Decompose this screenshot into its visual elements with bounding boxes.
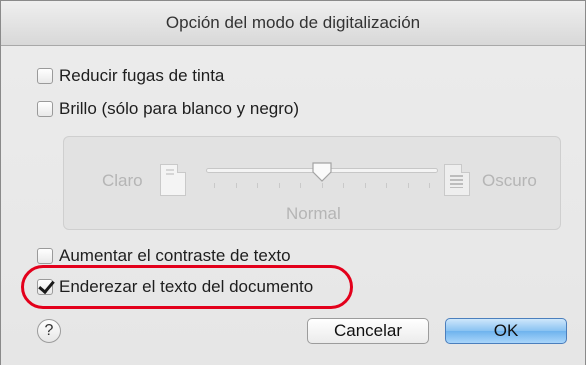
- brightness-label: Brillo (sólo para blanco y negro): [59, 99, 300, 118]
- slider-tick: [407, 183, 409, 188]
- scan-mode-options-dialog: Opción del modo de digitalización Reduci…: [0, 0, 586, 365]
- ok-button[interactable]: OK: [445, 318, 567, 344]
- slider-tick: [278, 183, 280, 188]
- dark-document-icon: [444, 164, 470, 196]
- slider-tick: [321, 183, 323, 188]
- slider-tick: [386, 183, 387, 188]
- slider-tick: [343, 183, 344, 188]
- reduce-ink-label: Reducir fugas de tinta: [59, 66, 225, 85]
- light-label: Claro: [102, 171, 143, 190]
- contrast-checkbox[interactable]: [37, 248, 53, 264]
- highlight-annotation: [21, 265, 353, 309]
- slider-tick: [257, 183, 258, 188]
- reduce-ink-option[interactable]: Reducir fugas de tinta: [37, 64, 224, 88]
- dialog-title: Opción del modo de digitalización: [165, 13, 421, 32]
- contrast-label: Aumentar el contraste de texto: [59, 246, 291, 265]
- reduce-ink-checkbox[interactable]: [37, 68, 53, 84]
- slider-tick: [235, 183, 237, 188]
- brightness-option[interactable]: Brillo (sólo para blanco y negro): [37, 97, 299, 121]
- brightness-checkbox[interactable]: [37, 101, 53, 117]
- slider-tick: [364, 183, 366, 188]
- light-document-icon: [160, 164, 186, 196]
- brightness-slider-thumb: [312, 162, 332, 182]
- help-icon[interactable]: ?: [37, 319, 61, 343]
- normal-label: Normal: [286, 204, 341, 223]
- dark-label: Oscuro: [482, 171, 537, 190]
- slider-tick: [214, 183, 215, 188]
- slider-tick: [429, 183, 430, 188]
- title-bar: Opción del modo de digitalización: [1, 1, 585, 46]
- brightness-panel: Claro Oscuro Normal: [63, 136, 561, 230]
- slider-tick: [300, 183, 301, 188]
- cancel-button[interactable]: Cancelar: [307, 318, 429, 344]
